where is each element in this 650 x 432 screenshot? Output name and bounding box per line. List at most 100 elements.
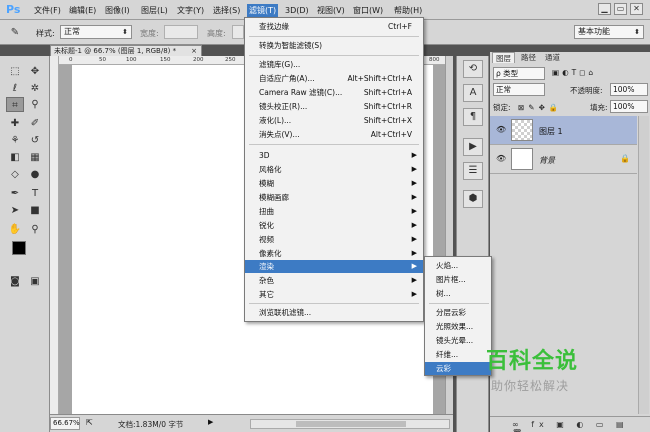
submenu-item-picture-frame[interactable]: 图片框... <box>425 273 491 286</box>
submenu-item-lighting-effects[interactable]: 光照效果... <box>425 320 491 333</box>
screen-mode-icon[interactable]: ▣ <box>26 274 44 289</box>
menu-item-adaptive-wide-angle[interactable]: 自适应广角(A)... Alt+Shift+Ctrl+A <box>245 72 423 85</box>
watermark-subtitle: 助你轻松解决 <box>491 379 570 393</box>
menu-item-blur-gallery[interactable]: 模糊画廊 ▶ <box>245 191 423 204</box>
zoom-level-field[interactable]: 66.67% <box>50 417 80 430</box>
width-input[interactable] <box>164 25 198 39</box>
menu-item-video[interactable]: 视频 ▶ <box>245 233 423 246</box>
menu-edit[interactable]: 编辑(E) <box>67 4 98 17</box>
height-input[interactable] <box>232 25 244 39</box>
layer-filter-icons[interactable]: ▣◐T◻⌂ <box>552 67 596 80</box>
magic-wand-tool-icon[interactable]: ✲ <box>26 81 44 96</box>
history-brush-tool-icon[interactable]: ↺ <box>26 133 44 148</box>
layer-actions-icons[interactable]: ∞ fx ▣ ◐ ▭ ▤ 🗑 <box>512 420 650 432</box>
marquee-tool-icon[interactable]: ⬚ <box>6 64 24 79</box>
3d-panel-icon[interactable]: ⬢ <box>463 190 483 208</box>
layer-row-background[interactable]: 👁 背景 🔒 <box>490 145 637 174</box>
menu-item-filter-gallery[interactable]: 滤镜库(G)... <box>245 58 423 71</box>
menu-window[interactable]: 窗口(W) <box>351 4 385 17</box>
pen-tool-icon[interactable]: ✒ <box>6 186 24 201</box>
brush-tool-icon[interactable]: ✐ <box>26 116 44 131</box>
horizontal-scrollbar[interactable] <box>250 419 450 429</box>
eraser-tool-icon[interactable]: ◧ <box>6 150 24 165</box>
export-icon[interactable]: ⇱ <box>86 418 93 427</box>
menu-item-liquify[interactable]: 液化(L)... Shift+Ctrl+X <box>245 114 423 127</box>
menu-item-3d[interactable]: 3D ▶ <box>245 149 423 162</box>
menu-item-blur[interactable]: 模糊 ▶ <box>245 177 423 190</box>
menu-item-noise[interactable]: 杂色 ▶ <box>245 274 423 287</box>
crop-tool-icon[interactable]: ⌗ <box>6 97 24 112</box>
paragraph-panel-icon[interactable]: ¶ <box>463 108 483 126</box>
lock-icon: 🔒 <box>620 154 630 163</box>
status-menu-arrow-icon[interactable]: ▶ <box>208 418 213 426</box>
maximize-button[interactable]: ▭ <box>614 3 627 15</box>
blur-tool-icon[interactable]: ◇ <box>6 167 24 182</box>
document-tab[interactable]: 未标题-1 @ 66.7% (图层 1, RGB/8) * × <box>50 45 202 56</box>
submenu-item-tree[interactable]: 树... <box>425 287 491 300</box>
scrollbar-thumb[interactable] <box>296 421 406 427</box>
layer-row-layer1[interactable]: 👁 图层 1 <box>490 116 637 145</box>
menu-layer[interactable]: 图层(L) <box>139 4 170 17</box>
menu-item-convert-smart-filters[interactable]: 转换为智能滤镜(S) <box>245 39 423 52</box>
layers-scrollbar[interactable] <box>638 116 649 414</box>
submenu-item-difference-clouds[interactable]: 分层云彩 <box>425 306 491 319</box>
menu-item-sharpen[interactable]: 锐化 ▶ <box>245 219 423 232</box>
menu-item-stylize[interactable]: 风格化 ▶ <box>245 163 423 176</box>
close-button[interactable]: ✕ <box>630 3 643 15</box>
quick-mask-icon[interactable]: ◙ <box>6 274 24 289</box>
menu-item-find-edges[interactable]: 查找边缘 Ctrl+F <box>245 20 423 33</box>
gradient-tool-icon[interactable]: ▦ <box>26 150 44 165</box>
rectangle-tool-icon[interactable]: ■ <box>26 203 44 218</box>
menu-help[interactable]: 帮助(H) <box>392 4 424 17</box>
menu-select[interactable]: 选择(S) <box>211 4 242 17</box>
menu-view[interactable]: 视图(V) <box>315 4 347 17</box>
lock-icons[interactable]: ⊠✎✥🔒 <box>518 102 562 115</box>
menu-item-render[interactable]: 渲染 ▶ <box>245 260 423 273</box>
menu-3d[interactable]: 3D(D) <box>283 4 311 17</box>
fill-input[interactable]: 100% <box>610 100 648 113</box>
foreground-color-swatch[interactable] <box>12 241 26 255</box>
menu-filter[interactable]: 滤镜(T) <box>247 4 279 17</box>
properties-panel-icon[interactable]: ☰ <box>463 162 483 180</box>
menu-item-camera-raw[interactable]: Camera Raw 滤镜(C)... Shift+Ctrl+A <box>245 86 423 99</box>
menu-item-browse-online-filters[interactable]: 浏览联机滤镜... <box>245 306 423 319</box>
menu-item-distort[interactable]: 扭曲 ▶ <box>245 205 423 218</box>
menu-item-pixelate[interactable]: 像素化 ▶ <box>245 247 423 260</box>
clone-stamp-tool-icon[interactable]: ⚘ <box>6 133 24 148</box>
blend-mode-select[interactable]: 正常 <box>493 83 545 96</box>
eye-icon[interactable]: 👁 <box>496 125 506 134</box>
tab-layers[interactable]: 图层 <box>492 52 515 63</box>
menu-item-vanishing-point[interactable]: 消失点(V)... Alt+Ctrl+V <box>245 128 423 141</box>
menu-type[interactable]: 文字(Y) <box>175 4 206 17</box>
actions-panel-icon[interactable]: ▶ <box>463 138 483 156</box>
workspace-select[interactable]: 基本功能 ⬍ <box>574 25 644 39</box>
tab-paths[interactable]: 路径 <box>518 52 539 63</box>
zoom-tool-icon[interactable]: ⚲ <box>26 222 44 237</box>
path-selection-tool-icon[interactable]: ➤ <box>6 203 24 218</box>
menu-item-lens-correction[interactable]: 镜头校正(R)... Shift+Ctrl+R <box>245 100 423 113</box>
eye-icon[interactable]: 👁 <box>496 154 506 163</box>
layer-kind-filter[interactable]: ρ 类型 <box>493 67 545 80</box>
hand-tool-icon[interactable]: ✋ <box>6 222 24 237</box>
opacity-input[interactable]: 100% <box>610 83 648 96</box>
vertical-ruler <box>50 56 59 414</box>
healing-brush-tool-icon[interactable]: ✚ <box>6 116 24 131</box>
style-select[interactable]: 正常 ⬍ <box>60 25 132 39</box>
menu-image[interactable]: 图像(I) <box>103 4 132 17</box>
history-panel-icon[interactable]: ⟲ <box>463 60 483 78</box>
minimize-button[interactable]: ▁ <box>598 3 611 15</box>
move-tool-icon[interactable]: ✥ <box>26 64 44 79</box>
type-tool-icon[interactable]: T <box>26 186 44 201</box>
layers-bottom-toolbar[interactable]: ∞ fx ▣ ◐ ▭ ▤ 🗑 <box>490 416 650 432</box>
menu-file[interactable]: 文件(F) <box>32 4 63 17</box>
filter-menu: 查找边缘 Ctrl+F 转换为智能滤镜(S) 滤镜库(G)... 自适应广角(A)… <box>244 17 424 322</box>
character-panel-icon[interactable]: A <box>463 84 483 102</box>
tab-channels[interactable]: 通道 <box>542 52 563 63</box>
eyedropper-tool-icon[interactable]: ⚲ <box>26 97 44 112</box>
submenu-item-flame[interactable]: 火焰... <box>425 259 491 272</box>
dodge-tool-icon[interactable]: ● <box>26 167 44 182</box>
lasso-tool-icon[interactable]: ℓ <box>6 81 24 96</box>
pencil-tool-preset-icon[interactable]: ✎ <box>6 25 24 40</box>
close-icon[interactable]: × <box>191 46 197 56</box>
menu-item-other[interactable]: 其它 ▶ <box>245 288 423 301</box>
